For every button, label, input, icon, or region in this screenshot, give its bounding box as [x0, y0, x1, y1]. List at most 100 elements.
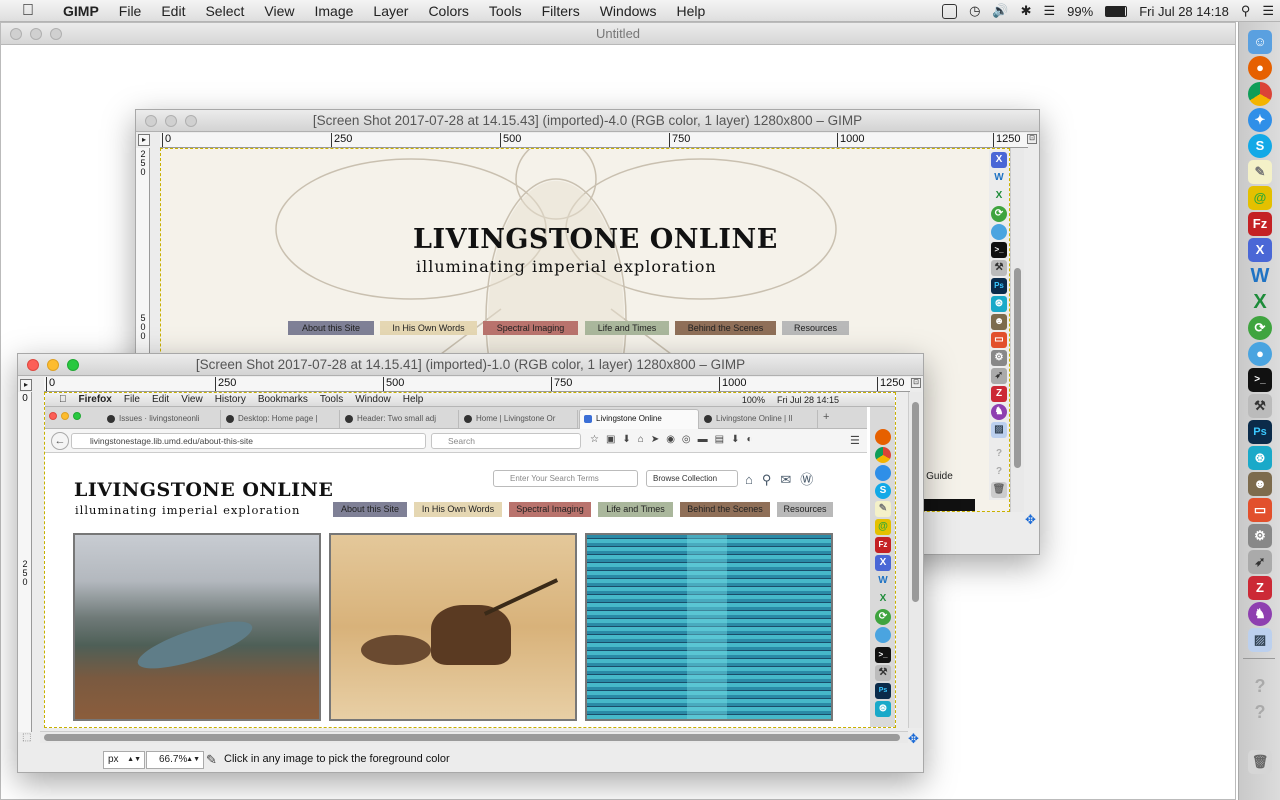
menu-select[interactable]: Select [195, 0, 254, 22]
chrome-canary-icon[interactable]: ● [1248, 342, 1272, 366]
battery-icon[interactable] [1105, 5, 1128, 17]
help-icon[interactable]: ? [1248, 674, 1272, 698]
ff-menu-firefox: Firefox [71, 394, 112, 405]
menu-gimp[interactable]: GIMP [53, 0, 109, 22]
photoshop-icon[interactable]: Ps [1248, 420, 1272, 444]
hippo-shape [361, 635, 431, 665]
menu-colors[interactable]: Colors [418, 0, 478, 22]
menu-image[interactable]: Image [304, 0, 363, 22]
ff-navbar: ← livingstonestage.lib.umd.edu/about-thi… [45, 429, 867, 453]
ff-tab-2: Desktop: Home page | [222, 410, 340, 428]
zoom-value: 66.7% [159, 754, 188, 765]
firefox-icon[interactable]: ● [1248, 56, 1272, 80]
ff-tab-5-active: Livingstone Online [579, 409, 699, 429]
gimp-back-menu-button[interactable]: ▸ [138, 134, 150, 146]
lo-header-icons: ⌂⚲✉Ⓦ [745, 472, 823, 487]
zoom-fit-icon[interactable]: ⊡ [911, 378, 921, 388]
gimp-back-window-controls[interactable] [145, 115, 197, 127]
clock[interactable]: Fri Jul 28 14:18 [1139, 4, 1229, 19]
ff-menu-tools: Tools [312, 394, 343, 405]
skype-icon[interactable]: S [1248, 134, 1272, 158]
ff-battery: 100% [741, 394, 765, 405]
color-picker-icon: ✎ [206, 752, 217, 767]
spotlight-icon[interactable]: ⚲ [1241, 3, 1251, 19]
gimp-icon[interactable]: ☻ [1248, 472, 1272, 496]
hscroll-thumb[interactable] [44, 734, 900, 741]
scroll-thumb[interactable] [1014, 268, 1021, 468]
ruler-label: 1250 [993, 133, 1020, 147]
word-icon: W [878, 575, 888, 586]
unit-select[interactable]: px ▲▼ [103, 751, 145, 769]
ruler-label: 750 [669, 133, 690, 147]
prefs-icon[interactable]: ⊛ [1248, 446, 1272, 470]
river-shape [133, 612, 257, 678]
wifi-icon[interactable]: ☰ [1044, 3, 1056, 19]
quick-mask-icon[interactable]: ⬚ [22, 732, 31, 743]
ruler-label: 0 [46, 377, 55, 391]
help-icon-2[interactable]: ? [1248, 700, 1272, 724]
chrome-icon[interactable] [1248, 82, 1272, 106]
menu-view[interactable]: View [254, 0, 304, 22]
navigate-icon[interactable]: ✥ [1025, 512, 1036, 528]
filezilla-icon: Fz [875, 537, 891, 553]
gimp-back-title: [Screen Shot 2017-07-28 at 14.15.43] (im… [312, 113, 863, 128]
word-icon[interactable]: W [1248, 264, 1272, 288]
ruler-label: 0 [162, 133, 171, 147]
menu-help[interactable]: Help [667, 0, 716, 22]
menu-tools[interactable]: Tools [479, 0, 532, 22]
gimp-back-vscroll[interactable] [1010, 148, 1024, 512]
ff-tab-4: Home | Livingstone Or [460, 410, 578, 428]
zoom-icon[interactable] [67, 359, 79, 371]
lo-site-title: LIVINGSTONE ONLINE [74, 479, 334, 501]
screen-sharing-icon[interactable]: ▭ [1248, 498, 1272, 522]
github-icon[interactable]: ♞ [1248, 602, 1272, 626]
excel-icon: X [995, 190, 1003, 201]
zotero-icon[interactable]: Z [1248, 576, 1272, 600]
rocket-icon[interactable]: ➶ [1248, 550, 1272, 574]
finder-icon[interactable]: ☺ [1248, 30, 1272, 54]
growl-icon[interactable]: @ [1248, 186, 1272, 210]
apple-menu-icon[interactable]:  [19, 2, 37, 20]
gimp-front-hruler[interactable]: 0 250 500 750 1000 1250 [44, 377, 910, 392]
gimp-back-hruler[interactable]: 0 250 500 750 1000 1250 [160, 133, 1028, 148]
navigate-icon[interactable]: ✥ [908, 731, 919, 747]
trash-icon[interactable]: 🗑 [1248, 750, 1272, 774]
zoom-select[interactable]: 66.7% ▲▼ [146, 751, 204, 769]
gimp-front-hscroll[interactable] [40, 731, 908, 743]
window-controls[interactable] [10, 28, 62, 40]
preview-icon[interactable]: ▨ [1248, 628, 1272, 652]
app-status-icon[interactable] [942, 3, 958, 19]
minimize-icon[interactable] [47, 359, 59, 371]
scroll-thumb[interactable] [912, 402, 919, 602]
excel-icon[interactable]: X [1248, 290, 1272, 314]
gimp-front-canvas[interactable]:  Firefox File Edit View History Bookmar… [44, 392, 896, 728]
time-machine-icon[interactable]: ◷ [969, 3, 980, 19]
menu-windows[interactable]: Windows [590, 0, 667, 22]
filezilla-icon[interactable]: Fz [1248, 212, 1272, 236]
gimp-front-vruler[interactable]: 0 2 5 0 [18, 392, 32, 732]
gimp-front-window-controls[interactable] [27, 359, 79, 371]
menu-edit[interactable]: Edit [151, 0, 195, 22]
zoom-fit-icon[interactable]: ⊡ [1027, 134, 1037, 144]
bluetooth-icon[interactable]: ✱ [1021, 3, 1032, 19]
notes-icon[interactable]: ✎ [1248, 160, 1272, 184]
gimp-front-vscroll[interactable] [908, 392, 922, 728]
battery-percent[interactable]: 99% [1067, 4, 1093, 19]
sync-icon[interactable]: ⟳ [1248, 316, 1272, 340]
tool-icon[interactable]: ⚒ [1248, 394, 1272, 418]
gimp-front-menu-button[interactable]: ▸ [20, 379, 32, 391]
menu-filters[interactable]: Filters [532, 0, 590, 22]
close-icon[interactable] [27, 359, 39, 371]
safari-icon[interactable]: ✦ [1248, 108, 1272, 132]
lo-nav-behind: Behind the Scenes [680, 502, 770, 517]
menu-layer[interactable]: Layer [363, 0, 418, 22]
status-area: ◷ 🔊 ✱ ☰ 99% Fri Jul 28 14:18 ⚲ ☰ [936, 0, 1280, 22]
mac-menubar:  GIMP File Edit Select View Image Layer… [0, 0, 1280, 22]
menu-file[interactable]: File [109, 0, 152, 22]
terminal-icon[interactable]: >_ [1248, 368, 1272, 392]
settings-icon[interactable]: ⚙ [1248, 524, 1272, 548]
x-app-icon[interactable]: X [1248, 238, 1272, 262]
unit-value: px [108, 754, 119, 765]
volume-icon[interactable]: 🔊 [992, 3, 1008, 19]
notification-center-icon[interactable]: ☰ [1262, 3, 1274, 19]
